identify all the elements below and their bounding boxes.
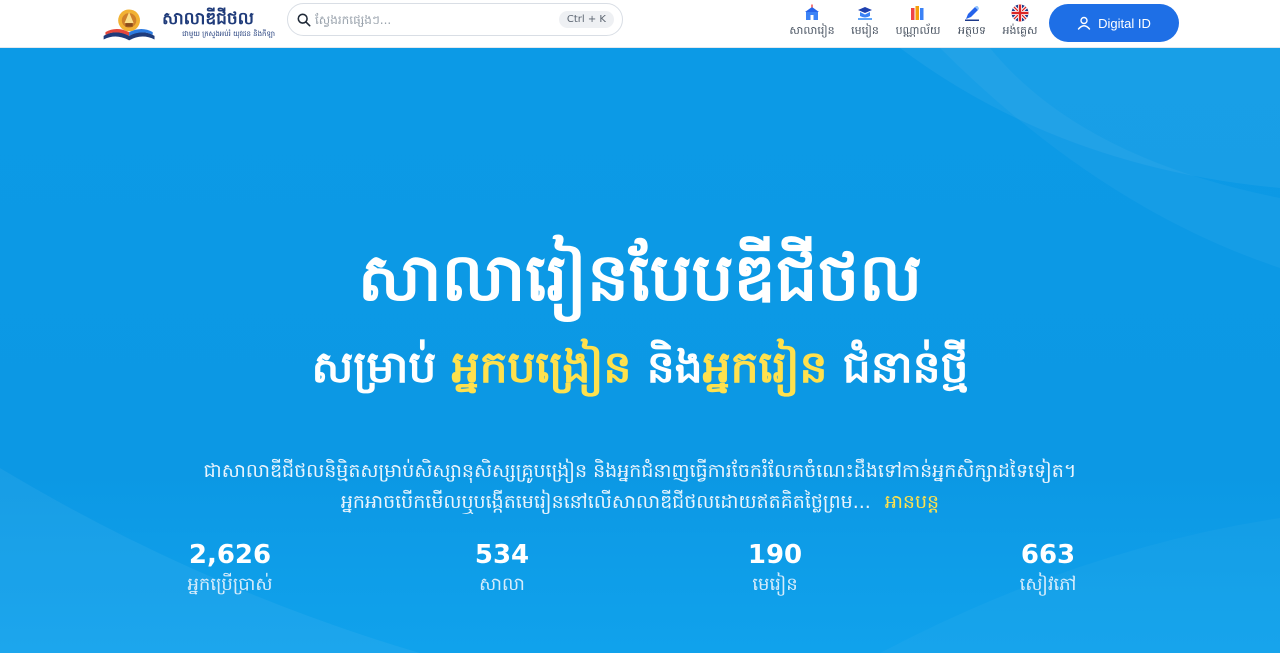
search-box[interactable]: Ctrl + K bbox=[287, 3, 623, 36]
hero-subtitle: សម្រាប់ អ្នកបង្រៀន និងអ្នករៀន ជំនាន់ថ្មី bbox=[0, 338, 1280, 398]
stat-schools-label: សាលា bbox=[479, 574, 525, 595]
hero-subtitle-part5: ជំនាន់ថ្មី bbox=[827, 342, 969, 393]
read-more-link[interactable]: អានបន្ត bbox=[885, 491, 939, 513]
hero-subtitle-teachers: អ្នកបង្រៀន bbox=[451, 342, 632, 393]
stat-lessons: 190 មេរៀន bbox=[665, 538, 885, 598]
hero-description-text: ជាសាលាឌីជីថលនិម្មិតសម្រាប់សិស្សានុសិស្សគ… bbox=[203, 460, 1077, 513]
stat-users-value: 2,626 bbox=[188, 540, 272, 570]
stat-users: 2,626 អ្នកប្រើប្រាស់ bbox=[120, 538, 340, 598]
library-icon bbox=[908, 3, 928, 23]
uk-flag-icon bbox=[1010, 3, 1030, 23]
stat-schools: 534 សាលា bbox=[392, 538, 612, 598]
nav-item-english[interactable]: អង់គ្លេស bbox=[999, 3, 1041, 43]
nav-label-schools: សាលារៀន bbox=[789, 24, 835, 37]
hero-subtitle-part1: សម្រាប់ bbox=[311, 342, 452, 393]
stat-schools-value: 534 bbox=[474, 540, 530, 570]
logo-emblem-icon bbox=[103, 9, 155, 41]
hero-section: សាលារៀនបែបឌីជីថល សម្រាប់ អ្នកបង្រៀន និងអ… bbox=[0, 48, 1280, 653]
stat-lessons-value: 190 bbox=[747, 540, 803, 570]
nav-item-schools[interactable]: សាលារៀន bbox=[786, 3, 838, 43]
nav-item-articles[interactable]: អត្ថបទ bbox=[954, 3, 990, 43]
logo-title: សាលាឌីជីថល bbox=[162, 9, 254, 29]
stat-lessons-label: មេរៀន bbox=[752, 574, 798, 595]
article-icon bbox=[962, 3, 982, 23]
nav-item-lessons[interactable]: មេរៀន bbox=[846, 3, 884, 43]
user-icon bbox=[1077, 16, 1091, 30]
digital-id-button[interactable]: Digital ID bbox=[1049, 4, 1179, 42]
site-logo[interactable]: សាលាឌីជីថល ជាមួយ ក្រសួងអប់រំ យុវជន និងកី… bbox=[100, 3, 275, 45]
logo-subtitle: ជាមួយ ក្រសួងអប់រំ យុវជន និងកីឡា bbox=[182, 30, 275, 38]
nav-label-articles: អត្ថបទ bbox=[958, 24, 986, 37]
search-shortcut-badge: Ctrl + K bbox=[558, 11, 614, 28]
search-input[interactable] bbox=[315, 7, 559, 32]
stat-books: 663 សៀវភៅ bbox=[938, 538, 1158, 598]
stat-books-value: 663 bbox=[1020, 540, 1076, 570]
nav-label-english: អង់គ្លេស bbox=[1002, 24, 1038, 37]
hero-subtitle-learners: អ្នករៀន bbox=[702, 342, 828, 393]
search-icon bbox=[297, 13, 311, 26]
nav-label-lessons: មេរៀន bbox=[851, 24, 879, 37]
school-icon bbox=[802, 3, 822, 23]
top-header: សាលាឌីជីថល ជាមួយ ក្រសួងអប់រំ យុវជន និងកី… bbox=[0, 0, 1280, 48]
hero-title: សាលារៀនបែបឌីជីថល bbox=[357, 239, 923, 316]
digital-id-label: Digital ID bbox=[1098, 15, 1151, 31]
hero-subtitle-part3: និង bbox=[631, 342, 703, 393]
nav-item-library[interactable]: បណ្ណាល័យ bbox=[891, 3, 945, 43]
lesson-icon bbox=[855, 3, 875, 23]
nav-label-library: បណ្ណាល័យ bbox=[895, 24, 941, 37]
hero-description: ជាសាលាឌីជីថលនិម្មិតសម្រាប់សិស្សានុសិស្សគ… bbox=[200, 456, 1080, 518]
stat-books-label: សៀវភៅ bbox=[1019, 574, 1077, 595]
stat-users-label: អ្នកប្រើប្រាស់ bbox=[187, 574, 273, 595]
